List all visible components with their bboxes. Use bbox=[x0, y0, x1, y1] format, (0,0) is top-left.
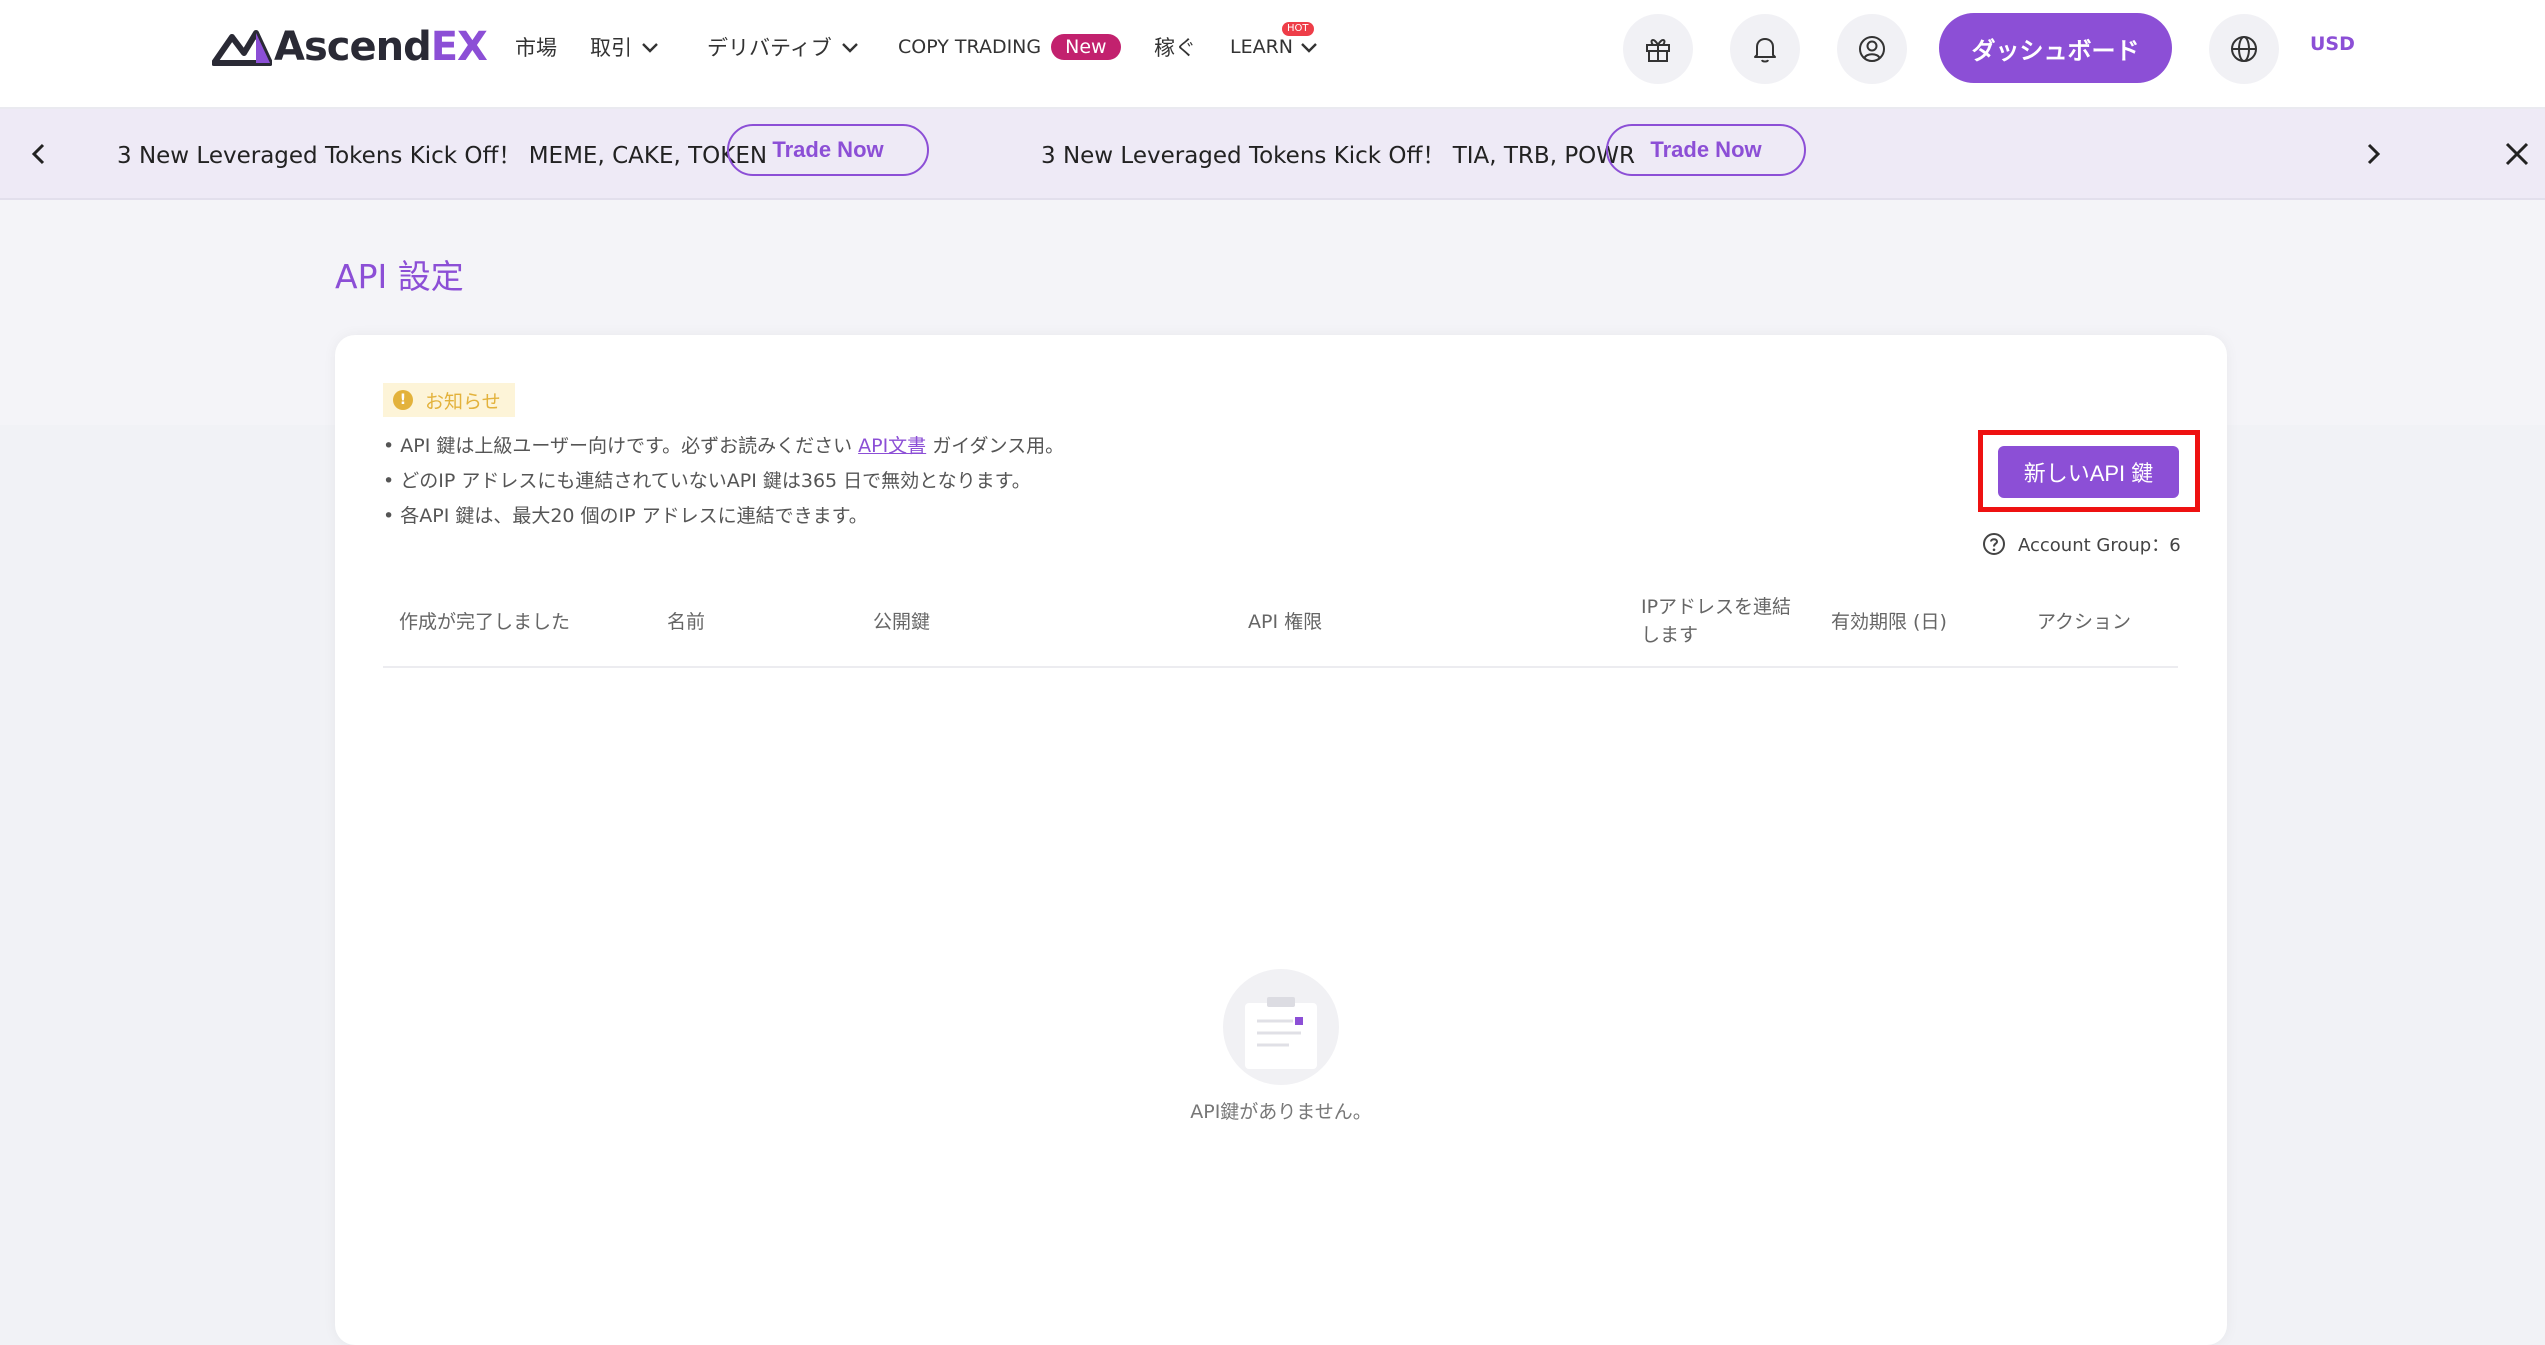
logo-text: AscendEX bbox=[274, 24, 488, 70]
empty-state-icon bbox=[1223, 969, 1339, 1085]
page-title: API 設定 bbox=[335, 257, 464, 296]
help-icon[interactable] bbox=[1982, 532, 2006, 556]
gift-icon bbox=[1646, 39, 1670, 62]
api-settings-card: ! お知らせ • API 鍵は上級ユーザー向けです。必ずお読みください API文… bbox=[335, 335, 2227, 1345]
banner-text-2[interactable]: 3 New Leveraged Tokens Kick Off！ TIA, TR… bbox=[1041, 136, 1635, 170]
bell-icon bbox=[1754, 38, 1776, 63]
chevron-down-icon bbox=[1301, 43, 1317, 53]
column-created: 作成が完了しました bbox=[399, 611, 571, 633]
ascendex-logo-icon bbox=[212, 30, 272, 66]
account-group: Account Group：6 bbox=[1982, 531, 2181, 557]
chevron-down-icon bbox=[841, 43, 858, 53]
nav-copy-trading[interactable]: COPY TRADING New bbox=[898, 30, 1121, 64]
dashboard-button[interactable]: ダッシュボード bbox=[1939, 13, 2172, 83]
announcement-banner: 3 New Leveraged Tokens Kick Off！ MEME, C… bbox=[0, 109, 2545, 200]
account-button[interactable] bbox=[1837, 14, 1907, 84]
nav-trade[interactable]: 取引 bbox=[590, 30, 660, 64]
column-name: 名前 bbox=[667, 611, 706, 633]
notice-line-1: • API 鍵は上級ユーザー向けです。必ずお読みください API文書 ガイダンス… bbox=[383, 435, 1065, 457]
column-expiry-days: 有効期限 (日) bbox=[1831, 611, 1947, 633]
chevron-right-icon[interactable] bbox=[2356, 137, 2390, 171]
clipboard-icon bbox=[1245, 997, 1317, 1069]
column-api-permissions: API 権限 bbox=[1248, 611, 1323, 633]
globe-icon bbox=[2231, 36, 2257, 62]
language-button[interactable] bbox=[2209, 14, 2279, 84]
table-header-divider bbox=[383, 666, 2178, 668]
currency-selector[interactable]: USD bbox=[2310, 33, 2355, 55]
notice-line-2: • どのIP アドレスにも連結されていないAPI 鍵は365 日で無効となります… bbox=[383, 470, 1031, 492]
chevron-left-icon[interactable] bbox=[22, 137, 56, 171]
nav-derivatives[interactable]: デリバティブ bbox=[707, 30, 860, 64]
close-icon[interactable] bbox=[2500, 137, 2534, 171]
nav-earn[interactable]: 稼ぐ bbox=[1154, 30, 1196, 64]
notice-tag: ! お知らせ bbox=[383, 383, 515, 417]
gift-button[interactable] bbox=[1623, 14, 1693, 84]
column-public-key: 公開鍵 bbox=[873, 611, 931, 633]
notice-line-3: • 各API 鍵は、最大20 個のIP アドレスに連結できます。 bbox=[383, 505, 868, 527]
new-badge: New bbox=[1051, 34, 1121, 60]
user-icon bbox=[1859, 36, 1885, 62]
banner-text-1[interactable]: 3 New Leveraged Tokens Kick Off！ MEME, C… bbox=[117, 136, 767, 170]
empty-state-text: API鍵がありません。 bbox=[1190, 1101, 1372, 1123]
trade-now-button-2[interactable]: Trade Now bbox=[1606, 124, 1806, 176]
trade-now-button-1[interactable]: Trade Now bbox=[727, 124, 929, 176]
column-ip-binding: IPアドレスを連結します bbox=[1641, 596, 1792, 646]
ascendex-logo[interactable]: AscendEX bbox=[212, 22, 488, 72]
api-docs-link[interactable]: API文書 bbox=[858, 435, 926, 457]
info-icon: ! bbox=[393, 390, 413, 410]
nav-market[interactable]: 市場 bbox=[515, 30, 557, 64]
chevron-down-icon bbox=[642, 43, 658, 53]
new-api-key-button[interactable]: 新しいAPI 鍵 bbox=[1998, 446, 2179, 498]
hot-badge: HOT bbox=[1282, 22, 1314, 36]
column-actions: アクション bbox=[2037, 611, 2132, 633]
notifications-button[interactable] bbox=[1730, 14, 1800, 84]
top-navbar: AscendEX 市場 取引 デリバティブ COPY TRADING New 稼… bbox=[0, 0, 2545, 109]
